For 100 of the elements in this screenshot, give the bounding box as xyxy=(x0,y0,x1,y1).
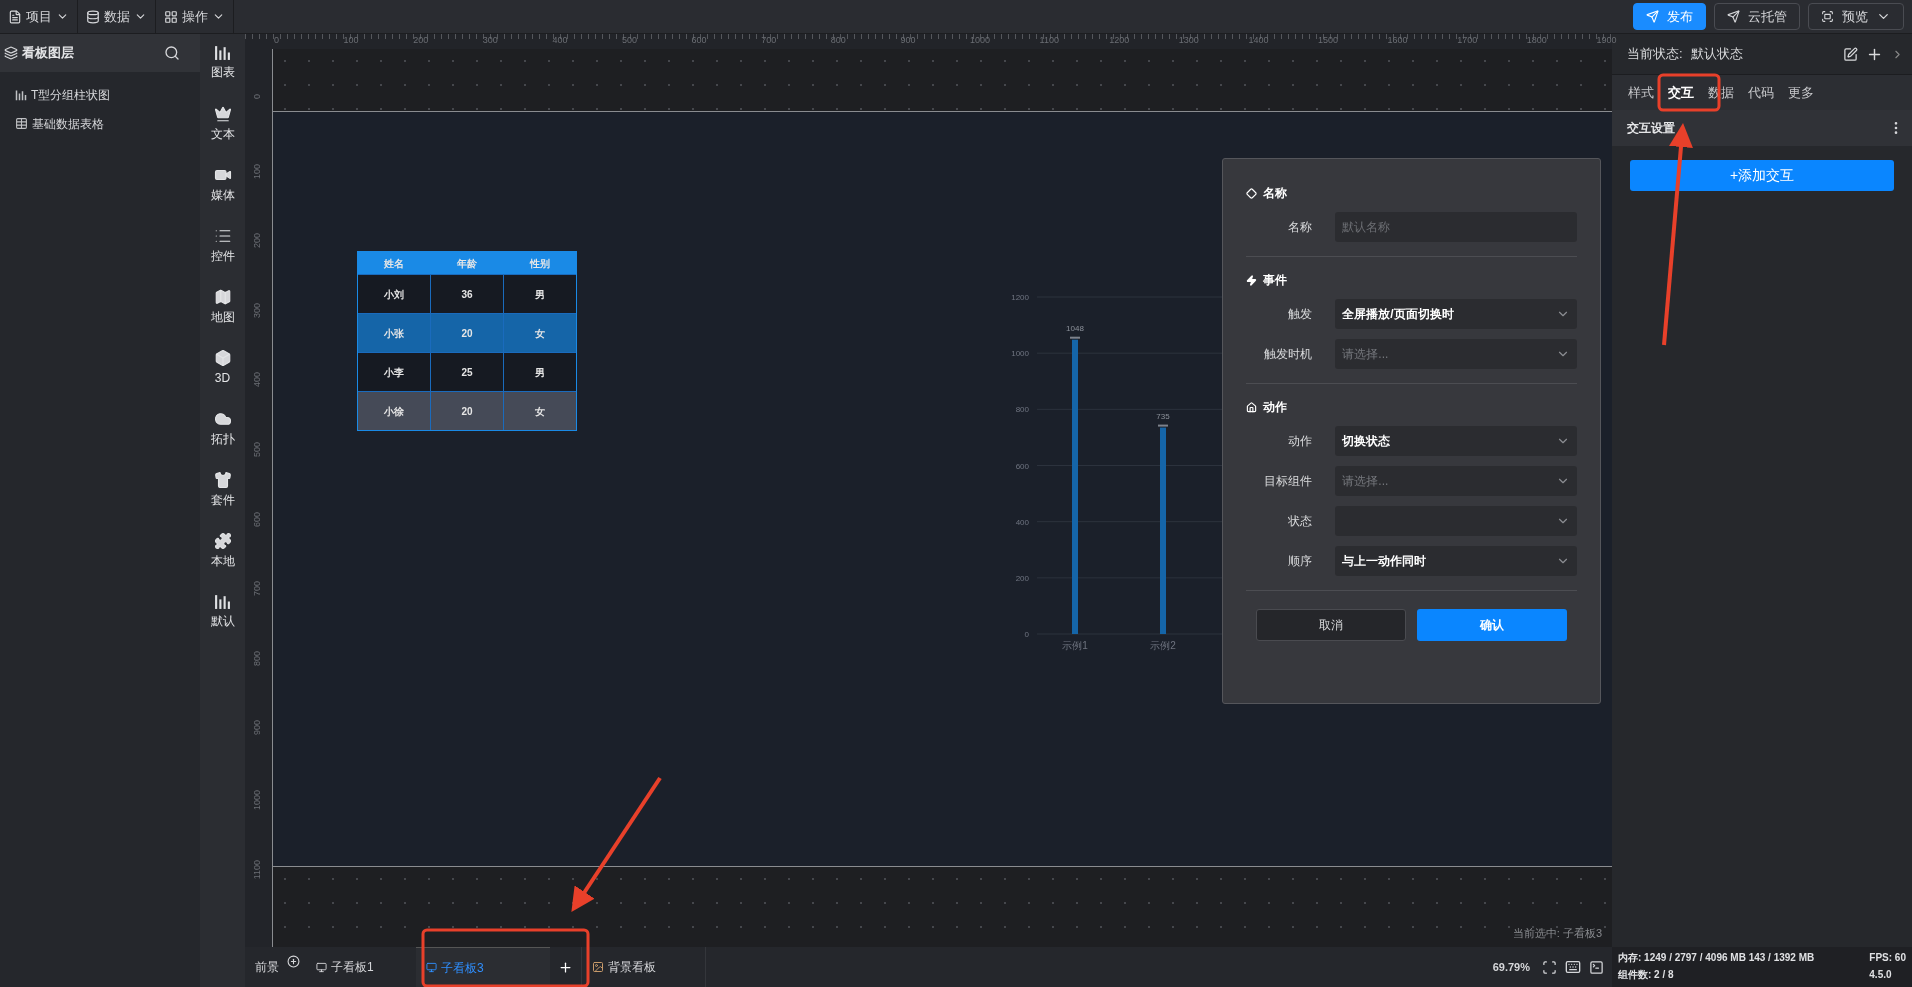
section-title: 名称 xyxy=(1263,185,1287,202)
ruler-label: 1000 xyxy=(970,36,991,45)
ruler-label: 300 xyxy=(482,36,498,45)
select-field[interactable]: 全屏播放/页面切换时 xyxy=(1335,299,1577,329)
ruler-label: 1800 xyxy=(1526,36,1547,45)
ruler-label: 0 xyxy=(253,94,262,99)
ruler-label: 400 xyxy=(253,372,262,388)
bar-chart-icon xyxy=(214,44,231,61)
section-title: 动作 xyxy=(1263,399,1287,416)
dialog-button[interactable]: 取消 xyxy=(1256,609,1406,641)
data-label: 1048 xyxy=(1066,323,1084,333)
field-label: 顺序 xyxy=(1287,553,1313,570)
add-interaction-button[interactable]: +添加交互 xyxy=(1630,160,1894,191)
component-category[interactable]: 媒体 xyxy=(200,166,245,227)
board-tab[interactable]: 子看板1 xyxy=(306,947,416,987)
table-cell-text: 小刘 xyxy=(383,287,405,302)
field-label: 目标组件 xyxy=(1263,473,1313,490)
component-category[interactable]: 图表 xyxy=(200,44,245,105)
panel-tab[interactable]: 样式 xyxy=(1624,78,1658,107)
ruler-label: 900 xyxy=(253,720,262,736)
keyboard-icon[interactable] xyxy=(1565,959,1581,975)
ruler-label: 1500 xyxy=(1318,36,1339,45)
component-category[interactable]: 文本 xyxy=(200,105,245,166)
cloud-icon xyxy=(213,410,232,428)
table-cell: 20 xyxy=(430,392,503,430)
map-icon xyxy=(213,288,232,306)
menu-button[interactable]: 数据 xyxy=(78,0,156,33)
input-field[interactable]: 默认名称 xyxy=(1335,212,1577,242)
ruler-label: 800 xyxy=(253,650,262,666)
ruler-label: 700 xyxy=(761,36,777,45)
board-tab[interactable]: 背景看板 xyxy=(581,947,706,987)
send-icon xyxy=(1727,10,1740,23)
annotation-box xyxy=(1657,73,1721,112)
edit-icon[interactable] xyxy=(1843,46,1858,62)
table-cell: 女 xyxy=(503,392,576,430)
ruler-label: 1400 xyxy=(1248,36,1269,45)
axis-label: 示例1 xyxy=(1062,640,1088,651)
select-field[interactable] xyxy=(1335,506,1577,536)
terminal-icon[interactable] xyxy=(1589,959,1604,975)
add-icon[interactable] xyxy=(558,959,573,975)
ruler-label: 800 xyxy=(830,36,846,45)
layer-item[interactable]: 基础数据表格 xyxy=(0,109,200,138)
ruler-label: 500 xyxy=(253,442,262,458)
table-cell-text: 小张 xyxy=(383,326,405,341)
component-category[interactable]: 拓扑 xyxy=(200,410,245,471)
state-value: 默认状态 xyxy=(1690,45,1744,64)
component-category[interactable]: 控件 xyxy=(200,227,245,288)
house-icon xyxy=(1246,401,1257,413)
column-header: 年龄 xyxy=(456,256,478,271)
header-button[interactable]: 云托管 xyxy=(1714,3,1800,30)
bar-chart-icon xyxy=(214,593,231,610)
ruler-label: 0 xyxy=(274,36,279,45)
field-label: 触发时机 xyxy=(1263,346,1313,363)
bar-cap xyxy=(1070,336,1080,339)
component-category[interactable]: 3D xyxy=(200,349,245,410)
panel-tab[interactable]: 代码 xyxy=(1744,78,1778,107)
ruler-label: 300 xyxy=(253,302,262,318)
component-category[interactable]: 默认 xyxy=(200,593,245,654)
column-header: 性别 xyxy=(528,256,551,271)
ruler-label: 600 xyxy=(691,36,707,45)
header-button[interactable]: 预览 xyxy=(1808,3,1904,30)
version-label: 4.5.0 xyxy=(1869,968,1893,982)
select-field[interactable]: 切换状态 xyxy=(1335,426,1577,456)
layers-icon xyxy=(4,46,18,60)
ruler-label: 1100 xyxy=(253,859,262,879)
select-field[interactable]: 与上一动作同时 xyxy=(1335,546,1577,576)
memory-usage: 内存: 1249 / 2797 / 4096 MB 143 / 1392 MB xyxy=(1618,951,1816,965)
panel-tab[interactable]: 更多 xyxy=(1784,78,1818,107)
menu-button[interactable]: 项目 xyxy=(0,0,78,33)
section-title: 交互设置 xyxy=(1627,120,1676,137)
panel-title: 看板图层 xyxy=(22,44,75,63)
selection-status: 当前选中: 子看板3 xyxy=(1512,925,1602,941)
ruler-label: 200 xyxy=(253,233,262,249)
component-count: 组件数: 2 / 8 xyxy=(1618,968,1675,982)
menu-button[interactable]: 操作 xyxy=(156,0,234,33)
ruler-label: 1200 xyxy=(1109,36,1130,45)
state-label: 当前状态: xyxy=(1627,45,1683,64)
fit-screen-icon[interactable] xyxy=(1542,959,1557,975)
table-cell-text: 小徐 xyxy=(383,404,405,419)
shirt-icon xyxy=(213,471,232,489)
board-tab[interactable]: 子看板3 xyxy=(416,947,550,987)
panel-tab[interactable]: 交互 xyxy=(1664,78,1698,107)
ruler-label: 1700 xyxy=(1457,36,1478,45)
puzzle-icon xyxy=(213,532,232,550)
add-circle-icon[interactable] xyxy=(287,954,300,968)
axis-label: 600 xyxy=(1015,461,1029,471)
ruler-label: 1000 xyxy=(253,790,262,811)
component-category[interactable]: 地图 xyxy=(200,288,245,349)
send-icon xyxy=(1646,10,1659,23)
dialog-button[interactable]: 确认 xyxy=(1417,609,1567,641)
component-category[interactable]: 本地 xyxy=(200,532,245,593)
layer-item[interactable]: T型分组柱状图 xyxy=(0,80,200,109)
ruler-label: 700 xyxy=(253,581,262,597)
component-category[interactable]: 套件 xyxy=(200,471,245,532)
layer-label: 前景 xyxy=(254,959,280,976)
axis-label: 200 xyxy=(1015,573,1029,583)
ruler-label: 1900 xyxy=(1596,36,1617,45)
axis-label: 800 xyxy=(1015,405,1029,415)
search-icon[interactable] xyxy=(164,45,180,61)
ruler-label: 500 xyxy=(622,36,638,45)
